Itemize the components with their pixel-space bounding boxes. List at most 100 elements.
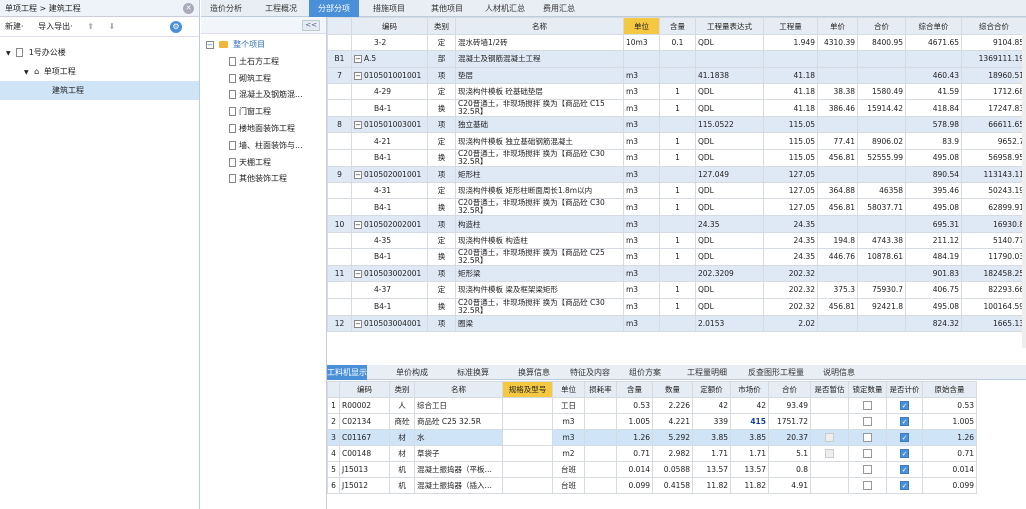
price-cell[interactable]: 456.81 — [817, 198, 858, 217]
unit-price-cell[interactable] — [905, 50, 962, 68]
price-cell[interactable]: 386.46 — [817, 99, 858, 118]
category-cell[interactable]: 定 — [427, 231, 456, 249]
row-number[interactable]: 2 — [327, 413, 340, 430]
grid-section-row[interactable]: B1− A.5 部混凝土及钢筋混凝土工程 1369111.19 — [327, 50, 1026, 68]
qty-cell[interactable]: 24.35 — [763, 231, 818, 249]
unit-total-cell[interactable]: 62899.91 — [961, 198, 1026, 217]
col-header-qty-expr[interactable]: 工程量表达式 — [695, 17, 764, 35]
content-cell[interactable]: 1 — [659, 148, 696, 167]
price-cell[interactable]: 38.38 — [817, 82, 858, 101]
category-cell[interactable]: 材 — [389, 429, 415, 446]
unit-total-cell[interactable]: 16930.8 — [961, 215, 1026, 233]
qty-cell[interactable]: 115.05 — [763, 132, 818, 150]
unit-total-cell[interactable]: 18960.51 — [961, 66, 1026, 84]
total-cell[interactable] — [857, 66, 906, 84]
category-cell[interactable]: 项 — [427, 116, 456, 134]
total-cell[interactable]: 8906.02 — [857, 132, 906, 150]
lock-qty-checkbox[interactable] — [863, 465, 872, 475]
total-cell[interactable]: 5.1 — [768, 445, 811, 462]
category-cell[interactable]: 定 — [427, 33, 456, 52]
code-cell[interactable]: C02134 — [339, 413, 390, 430]
name-cell[interactable]: 矩形梁 — [455, 264, 624, 283]
code-cell[interactable]: −010501003001 — [351, 116, 428, 134]
quota-price-cell[interactable]: 1.71 — [692, 445, 731, 462]
tree-item-division[interactable]: 其他装饰工程 — [201, 171, 326, 188]
collapse-icon[interactable]: − — [206, 40, 214, 49]
unit-cell[interactable]: m3 — [623, 314, 660, 332]
total-cell[interactable]: 4.91 — [768, 477, 811, 494]
collapse-icon[interactable]: − — [354, 220, 362, 229]
col-header-content[interactable]: 含量 — [659, 17, 696, 35]
code-cell[interactable]: R00002 — [339, 397, 390, 414]
code-cell[interactable]: B4-1 — [351, 198, 428, 217]
content-cell[interactable]: 1.005 — [616, 413, 653, 430]
code-cell[interactable]: C01167 — [339, 429, 390, 446]
orig-content-cell[interactable]: 0.71 — [922, 445, 977, 462]
tree-item-division[interactable]: 墙、柱面装饰与... — [201, 138, 326, 155]
qty-cell[interactable] — [763, 50, 818, 68]
row-number[interactable]: 9 — [327, 165, 352, 184]
unit-cell[interactable]: 工日 — [552, 397, 585, 414]
import-export-button[interactable]: 导入导出· — [38, 22, 73, 31]
qty-cell[interactable]: 41.18 — [763, 66, 818, 84]
unit-total-cell[interactable]: 9104.85 — [961, 33, 1026, 52]
lock-qty-cell[interactable] — [848, 429, 887, 446]
qty-cell[interactable]: 0.0588 — [652, 461, 693, 478]
category-cell[interactable]: 换 — [427, 99, 456, 118]
total-cell[interactable] — [857, 314, 906, 332]
total-cell[interactable]: 0.8 — [768, 461, 811, 478]
row-number[interactable] — [327, 148, 352, 167]
tab-overview[interactable]: 工程概况 — [253, 0, 309, 17]
category-cell[interactable]: 部 — [427, 50, 456, 68]
priced-checkbox[interactable]: ✓ — [900, 481, 909, 491]
unit-price-cell[interactable]: 418.84 — [905, 99, 962, 118]
provisional-cell[interactable] — [810, 413, 849, 430]
unit-cell[interactable]: m3 — [623, 182, 660, 200]
lock-qty-checkbox[interactable] — [863, 417, 872, 427]
name-cell[interactable]: C20普通土，非现场搅拌 换为【商品砼 C25 32.5R】 — [455, 247, 624, 266]
qty-expr-cell[interactable]: QDL — [695, 297, 764, 316]
total-cell[interactable]: 10878.61 — [857, 247, 906, 266]
close-icon[interactable]: ✕ — [183, 3, 194, 14]
spec-cell[interactable] — [502, 461, 553, 478]
tab-pricing-scheme[interactable]: 组价方案 — [622, 365, 668, 380]
qty-cell[interactable]: 41.18 — [763, 82, 818, 101]
move-up-icon[interactable]: ⬆ — [87, 22, 94, 31]
qty-cell[interactable]: 115.05 — [763, 148, 818, 167]
content-cell[interactable] — [659, 116, 696, 134]
loss-cell[interactable] — [584, 397, 617, 414]
name-cell[interactable]: 商品砼 C25 32.5R — [414, 413, 503, 430]
spec-cell[interactable] — [502, 477, 553, 494]
content-cell[interactable]: 0.099 — [616, 477, 653, 494]
category-cell[interactable]: 定 — [427, 182, 456, 200]
col-header-name[interactable]: 名称 — [414, 381, 503, 398]
tree-item-division[interactable]: 楼地面装饰工程 — [201, 121, 326, 138]
category-cell[interactable]: 项 — [427, 66, 456, 84]
row-number[interactable] — [327, 132, 352, 150]
code-cell[interactable]: 4-37 — [351, 281, 428, 299]
code-cell[interactable]: C00148 — [339, 445, 390, 462]
qty-expr-cell[interactable]: QDL — [695, 198, 764, 217]
unit-total-cell[interactable]: 113143.11 — [961, 165, 1026, 184]
grid-row[interactable]: 4-37 定 现浇构件模板 梁及框架梁矩形 m3 1 QDL 202.32 375.3 7593… — [327, 281, 1026, 299]
total-cell[interactable]: 8400.95 — [857, 33, 906, 52]
priced-cell[interactable]: ✓ — [886, 461, 923, 478]
tree-item-division[interactable]: 天棚工程 — [201, 155, 326, 172]
total-cell[interactable]: 1580.49 — [857, 82, 906, 101]
name-cell[interactable]: C20普通土，非现场搅拌 换为【商品砼 C30 32.5R】 — [455, 148, 624, 167]
priced-checkbox[interactable]: ✓ — [900, 401, 909, 411]
resource-row[interactable]: 1 R00002 人 综合工日 工日 0.53 2.226 42 42 93.49 ✓ 0.53 — [327, 397, 977, 414]
name-cell[interactable]: 垫层 — [455, 66, 624, 84]
content-cell[interactable]: 1 — [659, 297, 696, 316]
content-cell[interactable]: 1 — [659, 182, 696, 200]
name-cell[interactable]: 圈梁 — [455, 314, 624, 332]
price-cell[interactable] — [817, 264, 858, 283]
tab-fee-summary[interactable]: 费用汇总 — [535, 0, 583, 17]
unit-price-cell[interactable]: 484.19 — [905, 247, 962, 266]
code-cell[interactable]: −010502001001 — [351, 165, 428, 184]
qty-expr-cell[interactable]: QDL — [695, 182, 764, 200]
qty-cell[interactable]: 2.226 — [652, 397, 693, 414]
qty-expr-cell[interactable]: 41.1838 — [695, 66, 764, 84]
unit-price-cell[interactable]: 495.08 — [905, 148, 962, 167]
unit-cell[interactable]: m3 — [552, 429, 585, 446]
